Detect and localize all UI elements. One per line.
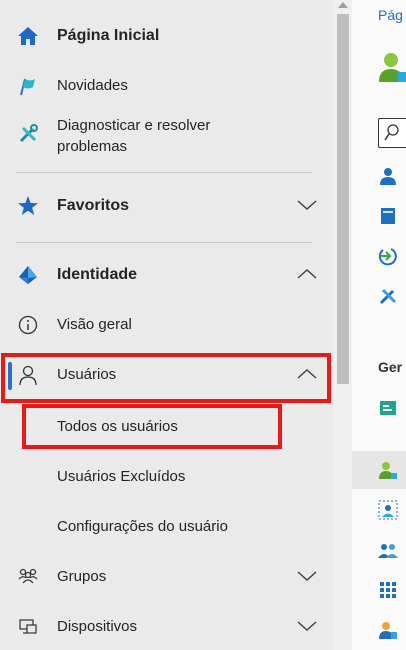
chevron-down-icon[interactable] xyxy=(296,565,318,587)
nav-item-identity[interactable]: Identidade xyxy=(0,261,334,289)
nav-label-user-settings: Configurações do usuário xyxy=(57,518,228,535)
nav-label-deleted-users: Usuários Excluídos xyxy=(57,468,186,485)
apps-grid-icon[interactable] xyxy=(378,580,398,600)
nav-subitem-user-settings[interactable]: Configurações do usuário xyxy=(0,513,334,541)
search-box[interactable] xyxy=(378,118,406,148)
sign-in-icon[interactable] xyxy=(378,246,398,266)
search-icon xyxy=(383,123,401,148)
nav-label-diagnose-2: problemas xyxy=(57,138,128,155)
scroll-up-arrow-icon[interactable] xyxy=(338,2,348,8)
star-icon xyxy=(16,194,40,218)
home-icon xyxy=(16,24,40,48)
nav-item-diagnose[interactable]: Diagnosticar e resolver problemas xyxy=(0,114,334,160)
nav-item-home[interactable]: Página Inicial xyxy=(0,22,334,50)
scrollbar-thumb[interactable] xyxy=(337,14,349,384)
all-users-icon[interactable] xyxy=(378,460,398,480)
breadcrumb[interactable]: Pág xyxy=(378,7,403,23)
nav-label-groups: Grupos xyxy=(57,568,107,585)
nav-item-groups[interactable]: Grupos xyxy=(0,563,334,591)
group-users-icon[interactable] xyxy=(378,540,398,560)
nav-label-devices: Dispositivos xyxy=(57,618,138,635)
nav-label-diagnose-1: Diagnosticar e resolver xyxy=(57,117,211,134)
nav-label-overview: Visão geral xyxy=(57,316,132,333)
info-icon xyxy=(16,313,40,337)
nav-label-identity: Identidade xyxy=(57,266,138,283)
devices-icon xyxy=(16,615,40,639)
user-badge-icon[interactable] xyxy=(378,620,398,640)
highlight-box-users xyxy=(1,353,331,403)
nav-item-favorites[interactable]: Favoritos xyxy=(0,192,334,220)
nav-item-news[interactable]: Novidades xyxy=(0,72,334,100)
nav-label-news: Novidades xyxy=(57,77,128,94)
chevron-down-icon[interactable] xyxy=(296,615,318,637)
card-icon[interactable] xyxy=(378,398,398,418)
tools-icon xyxy=(16,122,40,146)
divider xyxy=(16,172,312,173)
chevron-up-icon[interactable] xyxy=(296,263,318,285)
nav-item-overview[interactable]: Visão geral xyxy=(0,311,334,339)
nav-subitem-deleted-users[interactable]: Usuários Excluídos xyxy=(0,463,334,491)
book-icon[interactable] xyxy=(378,206,398,226)
chevron-down-icon[interactable] xyxy=(296,194,318,216)
nav-item-devices[interactable]: Dispositivos xyxy=(0,613,334,641)
nav-label-favorites: Favoritos xyxy=(57,197,130,214)
tools-icon[interactable] xyxy=(378,286,398,306)
identity-diamond-icon xyxy=(16,263,40,287)
user-icon[interactable] xyxy=(378,166,398,186)
highlight-box-all-users xyxy=(22,404,282,449)
user-avatar-icon xyxy=(378,50,406,84)
cloud-user-icon[interactable] xyxy=(378,500,398,520)
section-heading: Ger xyxy=(378,359,403,375)
news-flag-icon xyxy=(16,74,40,98)
groups-icon xyxy=(16,565,40,589)
divider xyxy=(16,242,312,243)
nav-label-home: Página Inicial xyxy=(57,27,160,44)
left-navigation: Página Inicial Novidades Diagnosticar e … xyxy=(0,0,334,650)
